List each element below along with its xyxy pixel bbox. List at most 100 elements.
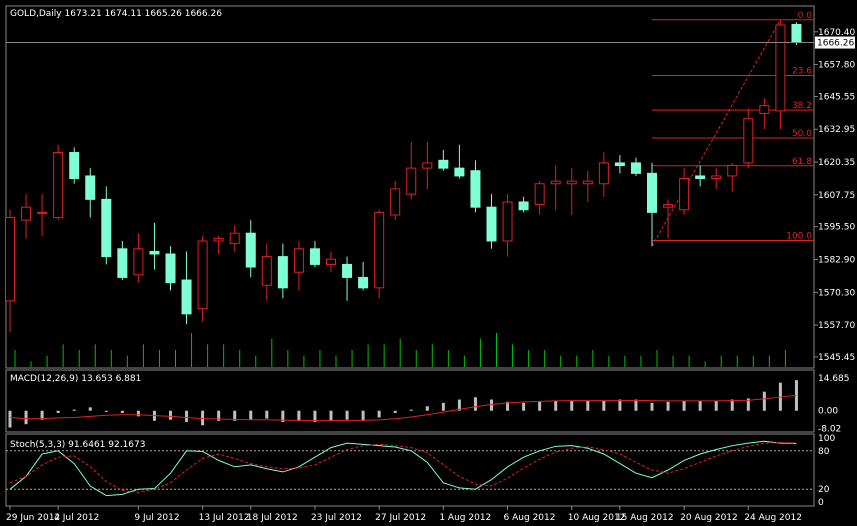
macd-bar [554,400,558,411]
candle-bear [614,162,625,167]
macd-bar [56,410,60,413]
candle-bull [197,240,208,310]
candle-bear [309,248,320,265]
macd-bar [618,399,622,411]
time-tick-label: 23 Jul 2012 [311,513,362,523]
trading-chart[interactable]: 0.023.638.250.061.8100.0 1670.401657.801… [0,0,857,526]
stochastic-tick-label: 0 [818,498,824,508]
macd-bar [88,407,92,411]
time-tick-label: 18 Jul 2012 [247,513,298,523]
time-tick-label: 6 Aug 2012 [504,513,556,523]
macd-bar [329,410,333,421]
candle-bull [406,167,417,195]
macd-bar [136,410,140,417]
macd-axis: 14.6850.00-8.02 [818,374,850,435]
candle-bull [390,188,401,216]
candle-bear [181,279,192,315]
fib-level-label: 38.2 [792,101,812,111]
candle-bull [5,217,15,302]
macd-bar [24,410,28,425]
macd-bar [265,410,269,419]
fib-level-label: 61.8 [792,157,812,167]
macd-tick-label: 0.00 [818,407,838,417]
chart-title: GOLD,Daily 1673.21 1674.11 1665.26 1666.… [10,9,222,19]
macd-bar [185,410,189,422]
price-tick-label: 1632.95 [818,125,855,135]
macd-bar [409,409,413,411]
stochastic-tick-label: 80 [818,447,830,457]
candle-bull [21,206,32,221]
candle-bear [85,175,96,200]
price-tick-label: 1595.50 [818,223,855,233]
price-panel[interactable]: 0.023.638.250.061.8100.0 1670.401657.801… [5,5,856,369]
macd-bar [666,401,670,411]
candle-bull [502,201,513,242]
candle-bear [117,248,128,278]
price-tick-label: 1657.80 [818,61,855,71]
macd-bar [682,400,686,411]
stochastic-title: Stoch(5,3,3) 91.6461 92.1673 [10,440,145,450]
candle-bear [470,170,481,208]
stochastic-panel[interactable]: 100 80 20 0 Stoch(5,3,3) 91.6461 92.1673 [5,433,835,508]
stochastic-axis: 100 80 20 0 [818,434,835,508]
time-tick-label: 9 Jul 2012 [134,513,179,523]
macd-bar [8,410,12,428]
candle-bull [566,180,577,185]
candle-bull [534,183,545,206]
price-tick-label: 1607.75 [818,191,855,201]
candle-bull [53,152,64,219]
macd-bar [104,410,108,412]
macd-title: MACD(12,26,9) 13.653 6.881 [10,374,141,384]
candle-bear [69,152,80,180]
candle-bear [277,256,288,289]
macd-bar [650,402,654,411]
time-tick-label: 1 Aug 2012 [439,513,491,523]
fib-level-label: 0.0 [798,11,813,21]
candle-bear [630,162,641,174]
macd-bar [490,399,493,411]
time-tick-label: 13 Jul 2012 [199,513,250,523]
macd-panel[interactable]: 14.6850.00-8.02 MACD(12,26,9) 13.653 6.8… [5,369,850,435]
fib-level-label: 100.0 [786,231,812,241]
candle-bear [245,232,256,268]
time-tick-label: 20 Aug 2012 [680,513,738,523]
candle-bull [229,232,240,245]
time-tick-label: 27 Jul 2012 [375,513,426,523]
time-tick-label: 15 Aug 2012 [616,513,674,523]
price-tick-label: 1645.55 [818,92,855,102]
macd-bar [120,410,124,413]
time-tick-label: 29 Jun 2012 [6,513,60,523]
candle-bull [293,248,304,273]
macd-bar [762,391,766,411]
time-tick-label: 24 Aug 2012 [744,513,802,523]
candle-bull [326,258,336,265]
fib-level-label: 50.0 [792,129,812,139]
candle-bull [213,237,224,242]
candle-bull [37,211,48,214]
candle-bear [486,206,497,242]
candle-bull [759,105,770,114]
macd-tick-label: 14.685 [818,374,850,384]
time-tick-label: 4 Jul 2012 [54,513,99,523]
macd-bar [249,410,253,420]
stochastic-tick-label: 20 [818,485,830,495]
candle-bull [727,165,738,177]
candle-bear [695,175,706,180]
price-axis: 1670.40 1657.80 1645.55 1632.95 1620.35 1607.… [814,28,855,363]
price-tick-label: 1557.70 [818,321,855,331]
macd-bar [377,410,381,418]
macd-bar [602,400,606,411]
candle-bear [438,159,449,169]
candle-bear [791,23,802,44]
macd-bar [586,400,590,411]
candle-bear [165,253,176,284]
candle-bear [149,250,160,255]
candle-bear [358,276,369,289]
candle-bear [518,201,529,211]
macd-bar [522,402,526,411]
price-tick-label: 1670.40 [818,28,855,38]
candle-bull [711,175,722,180]
candle-bull [133,248,144,276]
time-axis: 29 Jun 20124 Jul 2012 9 Jul 2012 13 Jul 20… [6,506,802,523]
macd-bar [393,410,397,413]
